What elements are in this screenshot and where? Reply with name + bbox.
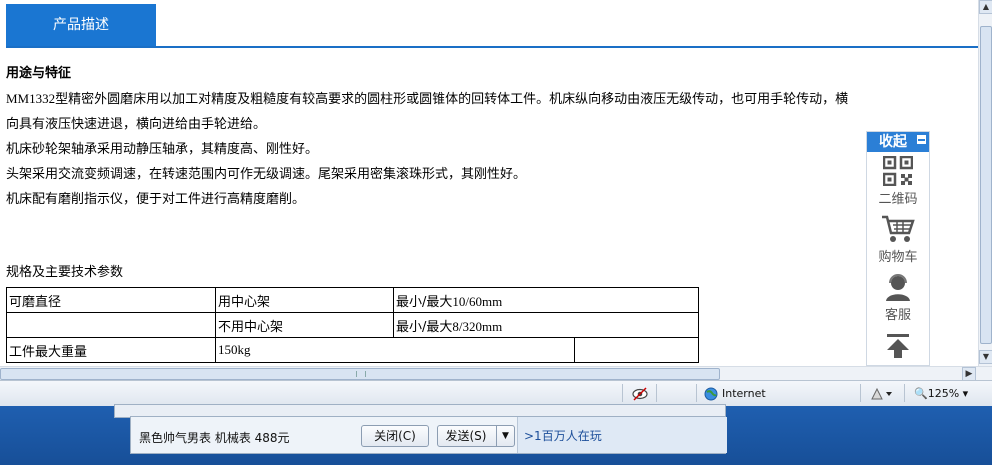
- tab-product-description[interactable]: 产品描述: [6, 4, 156, 46]
- privacy-eye-icon[interactable]: [632, 387, 648, 401]
- range-value: 8/320mm: [452, 318, 503, 334]
- tab-bar: 产品描述: [6, 4, 978, 48]
- send-label: 发送(S): [445, 429, 487, 443]
- customer-service-icon: [886, 274, 910, 301]
- range-label: 最小/最大: [396, 294, 453, 310]
- side-item-label: 客服: [884, 308, 911, 323]
- back-to-top-icon: [887, 334, 909, 358]
- horizontal-scrollbar[interactable]: ▶: [0, 366, 992, 381]
- send-button[interactable]: 发送(S) ▼: [437, 425, 515, 447]
- vertical-scroll-thumb[interactable]: [980, 26, 992, 344]
- promo-link[interactable]: >1百万人在玩: [517, 417, 727, 453]
- minimize-icon: [917, 135, 926, 144]
- back-to-top-button[interactable]: [867, 326, 929, 365]
- horizontal-scroll-thumb[interactable]: [0, 368, 720, 380]
- feature-paragraph-1: MM1332型精密外圆磨床用以加工对精度及粗糙度有较高要求的圆柱形或圆锥体的回转…: [6, 86, 978, 112]
- table-cell: 可磨直径: [6, 287, 216, 313]
- table-cell: 不用中心架: [215, 312, 394, 338]
- feature-paragraph-2: 向具有液压快速进退，横向进给由手轮进给。: [6, 117, 267, 132]
- status-divider: [696, 384, 697, 402]
- section-title: 用途与特征: [6, 66, 72, 81]
- feature-paragraph-5: 机床配有磨削指示仪，便于对工件进行高精度磨削。: [6, 192, 306, 207]
- product-description: 用途与特征 MM1332型精密外圆磨床用以加工对精度及粗糙度有较高要求的圆柱形或…: [6, 62, 978, 212]
- feature-text-1: 型精密外圆磨床用以加工对精度及粗糙度有较高要求的圆柱形或圆锥体的回转体工件。机床…: [55, 92, 849, 107]
- table-cell: 用中心架: [215, 287, 394, 313]
- page-viewport: 产品描述 用途与特征 MM1332型精密外圆磨床用以加工对精度及粗糙度有较高要求…: [0, 0, 978, 366]
- spec-table: 可磨直径 用中心架 最小/最大10/60mm 不用中心架 最小/最大8/320m…: [6, 287, 699, 363]
- table-cell: 最小/最大10/60mm: [393, 287, 699, 313]
- table-cell: [574, 337, 699, 363]
- table-row: 不用中心架 最小/最大8/320mm: [6, 312, 699, 338]
- customer-service-button[interactable]: 客服: [867, 268, 929, 326]
- table-cell: 最小/最大8/320mm: [393, 312, 699, 338]
- spec-title: 规格及主要技术参数: [6, 265, 124, 280]
- zone-label: Internet: [722, 387, 766, 400]
- table-cell: 工件最大重量: [6, 337, 216, 363]
- qr-code-button[interactable]: 二维码: [867, 152, 929, 210]
- table-cell: [6, 312, 216, 338]
- close-button[interactable]: 关闭(C): [361, 425, 429, 447]
- popup-message: 黑色帅气男表 机械表 488元: [139, 431, 290, 445]
- feature-paragraph-4: 头架采用交流变频调速，在转速范围内可作无级调速。尾架采用密集滚珠形式，其刚性好。: [6, 167, 527, 182]
- zoom-control[interactable]: 🔍125% ▾: [914, 387, 968, 401]
- status-divider: [622, 384, 623, 402]
- globe-icon: [704, 387, 718, 401]
- collapse-button[interactable]: 收起: [867, 132, 929, 152]
- security-zone: Internet: [704, 387, 766, 401]
- feature-paragraph-3: 机床砂轮架轴承采用动静压轴承，其精度高、刚性好。: [6, 142, 319, 157]
- side-item-label: 购物车: [878, 250, 918, 265]
- range-label: 最小/最大: [396, 319, 453, 335]
- scroll-right-icon[interactable]: ▶: [962, 367, 976, 381]
- table-row: 工件最大重量 150kg: [6, 337, 699, 363]
- scroll-up-icon[interactable]: ▲: [979, 0, 992, 14]
- status-divider: [656, 384, 657, 402]
- chevron-down-icon[interactable]: ▼: [496, 426, 514, 446]
- shopping-cart-icon: [882, 215, 915, 242]
- protected-mode-icon[interactable]: [870, 387, 892, 401]
- vertical-scrollbar[interactable]: ▲ ▼: [978, 0, 992, 366]
- model-number: MM1332: [6, 91, 56, 106]
- table-row: 可磨直径 用中心架 最小/最大10/60mm: [6, 287, 699, 313]
- floating-side-widget: 收起 二维码 购物车 客服: [866, 131, 930, 366]
- grip-icon: [356, 371, 366, 377]
- notification-popup: 黑色帅气男表 机械表 488元 关闭(C) 发送(S) ▼ >1百万人在玩: [130, 416, 727, 454]
- shopping-cart-button[interactable]: 购物车: [867, 210, 929, 268]
- status-divider: [860, 384, 861, 402]
- status-divider: [904, 384, 905, 402]
- side-item-label: 二维码: [878, 192, 918, 207]
- table-cell: 150kg: [215, 337, 575, 363]
- status-bar: Internet 🔍125% ▾: [0, 380, 992, 406]
- zoom-icon: 🔍: [914, 387, 928, 400]
- promo-link-text: >1百万人在玩: [524, 429, 602, 443]
- collapse-label: 收起: [879, 134, 907, 150]
- scroll-down-icon[interactable]: ▼: [979, 350, 992, 364]
- range-value: 10/60mm: [452, 293, 503, 309]
- zoom-level: 125%: [927, 387, 960, 400]
- qr-code-icon: [883, 156, 913, 186]
